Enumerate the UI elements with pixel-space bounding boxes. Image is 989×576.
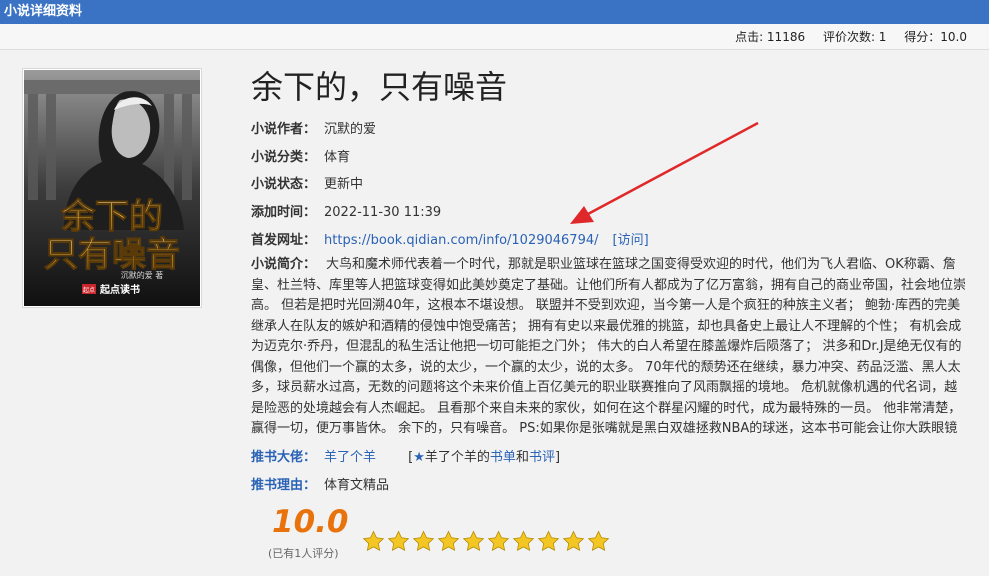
score-summary: 得分：10.0: [904, 30, 967, 44]
status-row: 小说状态： 更新中: [251, 173, 363, 192]
stats-bar: 点击: 11186 评价次数: 1 得分：10.0: [0, 24, 989, 50]
author-label: 小说作者：: [251, 122, 317, 137]
rating-stars[interactable]: [362, 530, 610, 553]
recommender-label: 推书大佬：: [251, 450, 317, 465]
score-note: (已有1人评分): [268, 547, 339, 560]
publisher-badge-text: 起点: [83, 286, 95, 294]
status-label: 小说状态：: [251, 177, 317, 192]
author-row: 小说作者： 沉默的爱: [251, 118, 376, 137]
added-row: 添加时间： 2022-11-30 11:39: [251, 201, 441, 220]
rating-count: 评价次数: 1: [822, 30, 887, 44]
star-icon[interactable]: [587, 530, 610, 553]
book-intro: 小说简介： 大鸟和魔术师代表着一个时代，那就是职业篮球在篮球之国变得受欢迎的时代，…: [251, 255, 969, 440]
star-icon[interactable]: [412, 530, 435, 553]
big-score: 10.0: [272, 504, 349, 540]
reason-row: 推书理由： 体育文精品: [251, 474, 389, 493]
star-icon[interactable]: [362, 530, 385, 553]
source-url-link[interactable]: https://book.qidian.com/info/1029046794/: [324, 233, 598, 248]
star-icon[interactable]: [562, 530, 585, 553]
star-icon[interactable]: [487, 530, 510, 553]
recommender-row: 推书大佬： 羊了个羊 [★羊了个羊的书单和书评]: [251, 446, 560, 465]
category-row: 小说分类： 体育: [251, 146, 350, 165]
and-text: 和: [515, 450, 529, 465]
reason-label: 推书理由：: [251, 478, 317, 493]
reviews-link[interactable]: 书评: [529, 450, 555, 465]
url-row: 首发网址： https://book.qidian.com/info/102904…: [251, 229, 649, 248]
recommender-lists: [★羊了个羊的书单和书评]: [408, 450, 561, 465]
category-value: 体育: [324, 150, 351, 165]
reason-value: 体育文精品: [324, 478, 390, 493]
star-icon[interactable]: [387, 530, 410, 553]
star-icon: ★: [413, 450, 425, 465]
url-label: 首发网址：: [251, 233, 317, 248]
click-count: 点击: 11186: [735, 30, 806, 44]
category-label: 小说分类：: [251, 150, 317, 165]
added-value: 2022-11-30 11:39: [324, 205, 442, 220]
visit-link[interactable]: [访问]: [613, 233, 649, 248]
author-value: 沉默的爱: [324, 122, 377, 137]
intro-label: 小说简介：: [251, 257, 317, 272]
added-label: 添加时间：: [251, 205, 317, 220]
star-icon[interactable]: [512, 530, 535, 553]
star-icon[interactable]: [437, 530, 460, 553]
status-value: 更新中: [324, 177, 364, 192]
recommender-link[interactable]: 羊了个羊: [324, 450, 376, 465]
page-header: 小说详细资料: [0, 0, 989, 24]
cover-author-tag: 沉默的爱 著: [121, 270, 164, 280]
intro-text: 大鸟和魔术师代表着一个时代，那就是职业篮球在篮球之国变得受欢迎的时代，他们为飞人…: [251, 257, 967, 436]
booklist-link[interactable]: 书单: [490, 450, 516, 465]
star-icon[interactable]: [537, 530, 560, 553]
cover-publisher: 起点读书: [99, 283, 140, 296]
recommender-lists-prefix: 羊了个羊的: [424, 450, 490, 465]
cover-title-line1: 余下的: [60, 197, 163, 237]
cover-title-line2: 只有噪音: [44, 235, 180, 275]
star-icon[interactable]: [462, 530, 485, 553]
book-cover: 余下的 只有噪音 沉默的爱 著 起点 起点读书: [22, 68, 202, 308]
header-title: 小说详细资料: [4, 4, 83, 19]
book-title: 余下的，只有噪音: [251, 68, 508, 106]
